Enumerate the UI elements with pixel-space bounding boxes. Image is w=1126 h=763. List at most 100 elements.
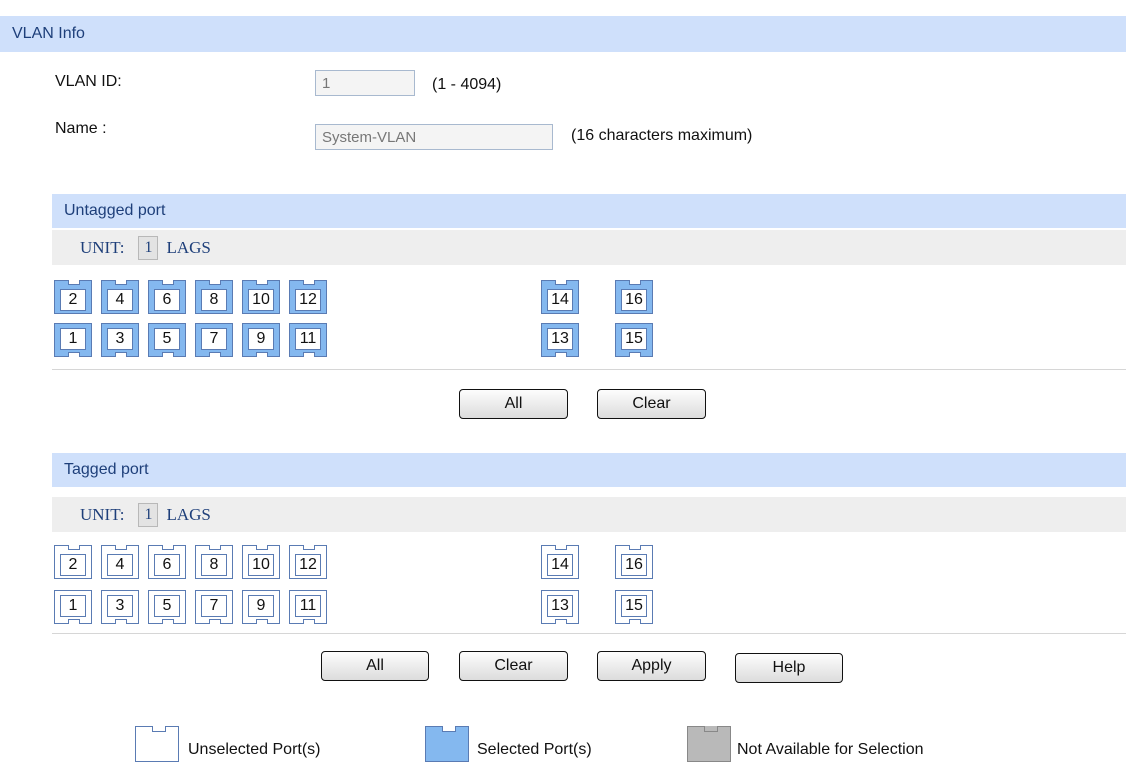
tagged-port-2[interactable]: 2 (54, 545, 92, 579)
port-number: 14 (547, 289, 573, 311)
port-number: 10 (248, 554, 274, 576)
port-number: 1 (60, 328, 86, 350)
port-number: 11 (295, 595, 321, 617)
untagged-port-2[interactable]: 2 (54, 280, 92, 314)
untagged-port-6[interactable]: 6 (148, 280, 186, 314)
untagged-divider (52, 369, 1126, 370)
untagged-port-1[interactable]: 1 (54, 323, 92, 357)
port-number: 10 (248, 289, 274, 311)
port-connector-icon (256, 352, 268, 357)
port-number: 9 (248, 328, 274, 350)
tagged-all-button[interactable]: All (321, 651, 429, 681)
tagged-port-10[interactable]: 10 (242, 545, 280, 579)
untagged-lags-link[interactable]: LAGS (166, 238, 210, 258)
untagged-unit-label: UNIT: (80, 237, 125, 257)
untagged-port-5[interactable]: 5 (148, 323, 186, 357)
port-connector-icon (629, 545, 641, 550)
tagged-port-5[interactable]: 5 (148, 590, 186, 624)
port-connector-icon (162, 352, 174, 357)
untagged-port-10[interactable]: 10 (242, 280, 280, 314)
port-connector-icon (162, 545, 174, 550)
apply-button[interactable]: Apply (597, 651, 706, 681)
tagged-port-11[interactable]: 11 (289, 590, 327, 624)
port-number: 8 (201, 554, 227, 576)
vlan-id-label: VLAN ID: (55, 73, 122, 90)
tagged-port-12[interactable]: 12 (289, 545, 327, 579)
vlan-name-field[interactable] (315, 124, 553, 150)
port-connector-icon (303, 280, 315, 285)
port-number: 4 (107, 554, 133, 576)
tagged-unit-selector[interactable]: 1 (138, 502, 159, 527)
tagged-port-3[interactable]: 3 (101, 590, 139, 624)
tagged-lags-link[interactable]: LAGS (166, 505, 210, 525)
tagged-port-8[interactable]: 8 (195, 545, 233, 579)
port-connector-icon (68, 280, 80, 285)
untagged-clear-button[interactable]: Clear (597, 389, 706, 419)
tagged-clear-button[interactable]: Clear (459, 651, 568, 681)
port-number: 8 (201, 289, 227, 311)
port-number: 16 (621, 289, 647, 311)
tagged-port-6[interactable]: 6 (148, 545, 186, 579)
vlan-info-header: VLAN Info (0, 16, 1126, 52)
port-number: 6 (154, 289, 180, 311)
vlan-id-hint: (1 - 4094) (432, 76, 502, 93)
vlan-id-field[interactable] (315, 70, 415, 96)
help-button[interactable]: Help (735, 653, 843, 683)
untagged-port-11[interactable]: 11 (289, 323, 327, 357)
untagged-port-9[interactable]: 9 (242, 323, 280, 357)
untagged-port-14[interactable]: 14 (541, 280, 579, 314)
port-connector-icon (162, 280, 174, 285)
tagged-unit-bar: UNIT: 1 LAGS (52, 497, 1126, 532)
port-connector-icon (555, 280, 567, 285)
selected-port-legend-icon (425, 726, 469, 762)
tagged-divider (52, 633, 1126, 634)
port-connector-icon (115, 545, 127, 550)
name-label: Name : (55, 120, 107, 137)
unselected-port-legend-label: Unselected Port(s) (188, 741, 321, 758)
port-connector-icon (303, 352, 315, 357)
port-number: 12 (295, 289, 321, 311)
untagged-port-12[interactable]: 12 (289, 280, 327, 314)
tagged-port-7[interactable]: 7 (195, 590, 233, 624)
vlan-info-title: VLAN Info (12, 25, 85, 42)
untagged-unit-selector[interactable]: 1 (138, 235, 159, 260)
port-connector-icon (209, 280, 221, 285)
port-number: 7 (201, 328, 227, 350)
port-number: 7 (201, 595, 227, 617)
tagged-port-13[interactable]: 13 (541, 590, 579, 624)
tagged-port-1[interactable]: 1 (54, 590, 92, 624)
port-connector-icon (209, 545, 221, 550)
tagged-port-4[interactable]: 4 (101, 545, 139, 579)
tagged-port-title: Tagged port (64, 461, 149, 478)
untagged-port-7[interactable]: 7 (195, 323, 233, 357)
port-number: 1 (60, 595, 86, 617)
tagged-port-9[interactable]: 9 (242, 590, 280, 624)
untagged-port-4[interactable]: 4 (101, 280, 139, 314)
port-number: 4 (107, 289, 133, 311)
port-connector-icon (209, 352, 221, 357)
untagged-port-16[interactable]: 16 (615, 280, 653, 314)
port-connector-icon (115, 352, 127, 357)
port-connector-icon (555, 545, 567, 550)
untagged-all-button[interactable]: All (459, 389, 568, 419)
untagged-port-13[interactable]: 13 (541, 323, 579, 357)
port-number: 11 (295, 328, 321, 350)
port-connector-icon (68, 619, 80, 624)
port-connector-icon (629, 619, 641, 624)
untagged-port-8[interactable]: 8 (195, 280, 233, 314)
untagged-port-3[interactable]: 3 (101, 323, 139, 357)
port-number: 14 (547, 554, 573, 576)
tagged-unit-label: UNIT: (80, 504, 125, 524)
port-number: 9 (248, 595, 274, 617)
tagged-port-16[interactable]: 16 (615, 545, 653, 579)
port-number: 2 (60, 289, 86, 311)
port-connector-icon (68, 352, 80, 357)
port-connector-icon (303, 545, 315, 550)
port-connector-icon (68, 545, 80, 550)
port-connector-icon (256, 545, 268, 550)
tagged-port-14[interactable]: 14 (541, 545, 579, 579)
port-connector-icon (629, 280, 641, 285)
untagged-port-15[interactable]: 15 (615, 323, 653, 357)
tagged-port-15[interactable]: 15 (615, 590, 653, 624)
port-connector-icon (256, 280, 268, 285)
